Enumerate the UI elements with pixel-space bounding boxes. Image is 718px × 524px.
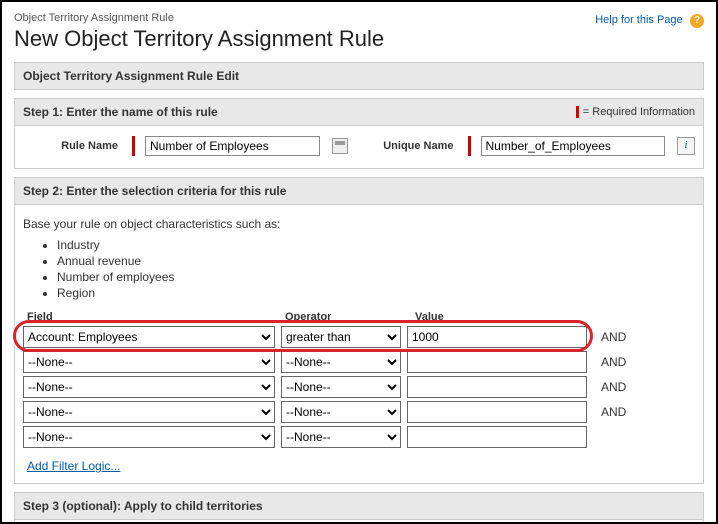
value-input[interactable]: [407, 326, 587, 348]
step1-body: Rule Name Unique Name i: [14, 126, 704, 169]
list-item: Industry: [57, 237, 695, 253]
info-icon[interactable]: i: [677, 137, 695, 155]
step1-title: Step 1: Enter the name of this rule: [23, 105, 218, 119]
value-input[interactable]: [407, 401, 587, 423]
value-header: Value: [415, 311, 565, 323]
step2-body: Base your rule on object characteristics…: [14, 205, 704, 484]
help-icon[interactable]: ?: [690, 14, 704, 28]
and-label: AND: [601, 355, 626, 369]
field-select[interactable]: --None--: [23, 351, 275, 373]
field-select[interactable]: --None--: [23, 426, 275, 448]
unique-name-input[interactable]: [481, 136, 666, 156]
help-link[interactable]: Help for this Page: [595, 14, 682, 26]
disk-icon: [332, 138, 348, 154]
value-input[interactable]: [407, 351, 587, 373]
criteria-row: --None-- --None--: [23, 426, 695, 448]
page-subtitle: Object Territory Assignment Rule: [14, 12, 384, 24]
operator-select[interactable]: --None--: [281, 376, 401, 398]
operator-select[interactable]: --None--: [281, 351, 401, 373]
page-title: New Object Territory Assignment Rule: [14, 26, 384, 52]
and-label: AND: [601, 330, 626, 344]
field-select[interactable]: Account: Employees: [23, 326, 275, 348]
and-label: AND: [601, 405, 626, 419]
operator-select[interactable]: greater than: [281, 326, 401, 348]
value-input[interactable]: [407, 376, 587, 398]
list-item: Annual revenue: [57, 253, 695, 269]
criteria-headers: Field Operator Value: [23, 311, 695, 323]
step1-header: Step 1: Enter the name of this rule = Re…: [14, 98, 704, 126]
list-item: Region: [57, 285, 695, 301]
field-select[interactable]: --None--: [23, 376, 275, 398]
required-legend: = Required Information: [576, 106, 695, 118]
base-text: Base your rule on object characteristics…: [23, 217, 695, 231]
operator-select[interactable]: --None--: [281, 401, 401, 423]
and-label: AND: [601, 380, 626, 394]
step3-header: Step 3 (optional): Apply to child territ…: [14, 492, 704, 520]
operator-select[interactable]: --None--: [281, 426, 401, 448]
operator-header: Operator: [285, 311, 415, 323]
characteristics-list: Industry Annual revenue Number of employ…: [57, 237, 695, 301]
required-bar-icon: [132, 136, 135, 156]
criteria-row: Account: Employees greater than AND: [23, 326, 695, 348]
criteria-row: --None-- --None-- AND: [23, 401, 695, 423]
add-filter-logic-link[interactable]: Add Filter Logic...: [27, 459, 120, 473]
criteria-row: --None-- --None-- AND: [23, 376, 695, 398]
edit-section-header: Object Territory Assignment Rule Edit: [14, 62, 704, 90]
field-select[interactable]: --None--: [23, 401, 275, 423]
criteria-row: --None-- --None-- AND: [23, 351, 695, 373]
step3-body: Apply to child territories Applies the r…: [14, 520, 704, 524]
unique-name-label: Unique Name: [364, 140, 460, 152]
rule-name-input[interactable]: [145, 136, 320, 156]
step2-header: Step 2: Enter the selection criteria for…: [14, 177, 704, 205]
required-bar-icon: [468, 136, 471, 156]
field-header: Field: [27, 311, 285, 323]
list-item: Number of employees: [57, 269, 695, 285]
value-input[interactable]: [407, 426, 587, 448]
rule-name-label: Rule Name: [23, 140, 124, 152]
